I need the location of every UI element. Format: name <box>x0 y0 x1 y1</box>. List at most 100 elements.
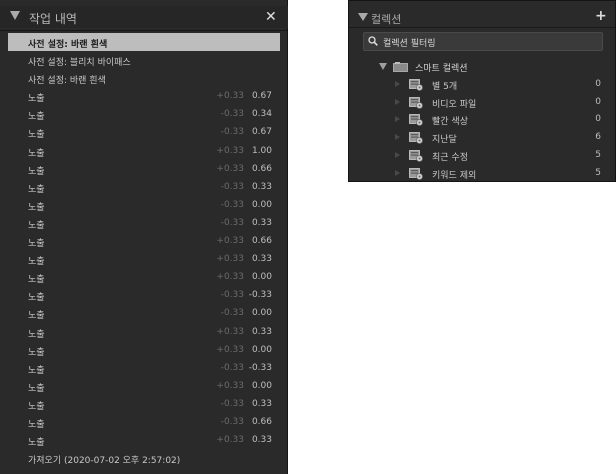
history-item-value: 1.00 <box>251 145 272 156</box>
expand-arrow-icon <box>395 151 400 158</box>
collection-item[interactable]: 비디오 파일 0 <box>349 94 615 112</box>
collection-item[interactable]: 지난달 6 <box>349 129 615 147</box>
collapse-triangle-icon[interactable] <box>10 11 20 20</box>
collapse-triangle-icon[interactable] <box>358 13 368 21</box>
collection-item-count: 0 <box>595 114 601 125</box>
divider <box>349 27 615 28</box>
history-item-delta: -0.33 <box>220 217 244 228</box>
history-item-name: 노출 <box>28 275 45 286</box>
history-item[interactable]: 노출 -0.33 -0.33 <box>8 286 280 304</box>
history-item-delta: +0.33 <box>216 163 244 174</box>
smart-collection-icon <box>409 79 423 91</box>
smart-collection-folder-icon <box>393 62 408 72</box>
history-item-name: 노출 <box>28 220 45 231</box>
history-item-value: 0.00 <box>251 308 272 319</box>
history-item-value: 0.33 <box>251 254 272 265</box>
history-item-value: 0.00 <box>251 380 272 391</box>
history-item-delta: -0.33 <box>220 308 244 319</box>
collection-item-label: 지난달 <box>432 135 457 146</box>
collection-item-count: 0 <box>595 79 601 89</box>
history-item-delta: -0.33 <box>220 127 244 138</box>
expand-arrow-icon <box>395 134 400 141</box>
history-item[interactable]: 노출 -0.33 -0.33 <box>8 359 280 377</box>
history-item-name: 노출 <box>28 329 45 340</box>
history-item[interactable]: 노출 -0.33 0.67 <box>8 123 280 141</box>
history-item[interactable]: 노출 -0.33 0.00 <box>8 304 280 322</box>
history-item[interactable]: 노출 +0.33 0.66 <box>8 232 280 250</box>
collection-item-label: 별 5개 <box>432 82 458 92</box>
collections-panel: 컬렉션 + 컬렉션 필터링 스마트 컬렉션 별 5개 0 비디오 파일 0 빨간 색상 0… <box>348 0 616 182</box>
history-item-name: 노출 <box>28 112 45 123</box>
history-item-value: 0.33 <box>251 398 272 409</box>
history-item[interactable]: 노출 -0.33 0.34 <box>8 105 280 123</box>
expand-triangle-icon[interactable] <box>379 63 387 70</box>
divider <box>0 30 288 31</box>
collections-header[interactable]: 컬렉션 + <box>349 8 616 28</box>
collection-item[interactable]: 빨간 색상 0 <box>349 111 615 129</box>
history-item-value: 0.34 <box>251 109 272 120</box>
collections-title: 컬렉션 <box>371 13 402 26</box>
history-item-value: 0.33 <box>251 326 272 337</box>
history-item-delta: -0.33 <box>220 181 244 192</box>
expand-arrow-icon <box>395 116 400 123</box>
collection-item-count: 0 <box>595 96 601 107</box>
history-item-name: 사전 설정: 바랜 흰색 <box>28 40 108 50</box>
history-item[interactable]: 노출 +0.33 0.67 <box>8 87 280 105</box>
history-item[interactable]: 가져오기 (2020-07-02 오후 2:57:02) <box>8 449 280 467</box>
history-item-delta: +0.33 <box>216 380 244 391</box>
history-item-name: 노출 <box>28 293 45 304</box>
history-item-name: 노출 <box>28 401 45 412</box>
collection-item-count: 5 <box>595 167 601 178</box>
history-item-delta: +0.33 <box>216 435 244 446</box>
history-item-name: 노출 <box>28 130 45 141</box>
history-item-value: 0.00 <box>251 199 272 210</box>
history-item[interactable]: 노출 +0.33 0.66 <box>8 160 280 178</box>
history-item[interactable]: 사전 설정: 바랜 흰색 <box>8 69 280 87</box>
history-item[interactable]: 노출 +0.33 0.00 <box>8 341 280 359</box>
history-item-name: 노출 <box>28 257 45 268</box>
history-item[interactable]: 노출 +0.33 0.33 <box>8 431 280 449</box>
history-item[interactable]: 노출 -0.33 0.66 <box>8 413 280 431</box>
smart-collection-icon <box>409 96 423 109</box>
smart-collections-group[interactable]: 스마트 컬렉션 <box>349 59 615 75</box>
close-icon[interactable]: ✕ <box>265 9 277 25</box>
history-item[interactable]: 노출 -0.33 0.33 <box>8 395 280 413</box>
history-item-value: -0.33 <box>248 290 272 301</box>
history-item[interactable]: 노출 -0.33 0.33 <box>8 178 280 196</box>
history-item-value: 0.00 <box>251 344 272 355</box>
history-item-value: 0.66 <box>251 416 272 427</box>
smart-collection-icon <box>409 149 423 162</box>
history-item-delta: -0.33 <box>220 398 244 409</box>
add-collection-icon[interactable]: + <box>595 8 607 24</box>
history-item-name: 노출 <box>28 148 45 159</box>
collection-item-label: 비디오 파일 <box>432 99 477 110</box>
history-item[interactable]: 노출 -0.33 0.00 <box>8 196 280 214</box>
history-item-name: 노출 <box>28 94 45 105</box>
history-item[interactable]: 노출 +0.33 0.33 <box>8 323 280 341</box>
smart-collection-icon <box>409 167 423 180</box>
collection-filter-input[interactable]: 컬렉션 필터링 <box>363 32 603 51</box>
collection-item[interactable]: 키워드 제외 5 <box>349 165 615 183</box>
history-header[interactable]: 작업 내역 ✕ <box>0 6 288 28</box>
collection-item-label: 빨간 색상 <box>432 117 468 128</box>
collection-item-count: 6 <box>595 132 601 143</box>
collection-item[interactable]: 최근 수정 5 <box>349 147 615 165</box>
history-item-delta: -0.33 <box>220 362 244 373</box>
history-item[interactable]: 노출 +0.33 0.00 <box>8 377 280 395</box>
filter-placeholder: 컬렉션 필터링 <box>383 39 436 49</box>
expand-arrow-icon <box>395 98 400 105</box>
history-item[interactable]: 노출 +0.33 1.00 <box>8 142 280 160</box>
search-icon <box>368 36 378 46</box>
collection-item[interactable]: 별 5개 0 <box>349 76 615 94</box>
history-item[interactable]: 노출 +0.33 0.00 <box>8 268 280 286</box>
history-item[interactable]: 사전 설정: 블리치 바이패스 <box>8 51 280 69</box>
history-item-name: 가져오기 (2020-07-02 오후 2:57:02) <box>28 456 181 467</box>
history-item-delta: -0.33 <box>220 290 244 301</box>
history-item[interactable]: 노출 +0.33 0.33 <box>8 250 280 268</box>
history-item-value: 0.67 <box>251 91 272 102</box>
history-item[interactable]: 노출 -0.33 0.33 <box>8 214 280 232</box>
history-item[interactable]: 사전 설정: 바랜 흰색 <box>8 33 280 52</box>
history-item-name: 노출 <box>28 438 45 449</box>
smart-collections-label: 스마트 컬렉션 <box>415 64 468 74</box>
history-item-delta: +0.33 <box>216 326 244 337</box>
